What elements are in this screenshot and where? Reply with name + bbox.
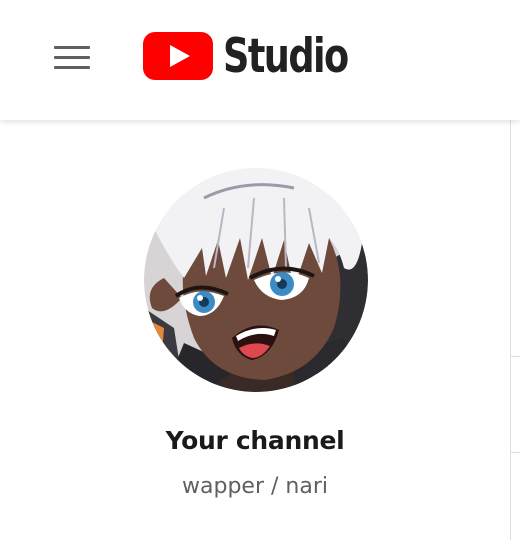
avatar-image (144, 168, 368, 392)
divider-tick (511, 356, 520, 357)
hamburger-menu-icon-bar (54, 65, 90, 69)
channel-avatar[interactable] (144, 168, 368, 392)
logo-text: Studio (223, 28, 349, 84)
hamburger-menu-icon-bar (54, 55, 90, 59)
menu-button[interactable] (48, 36, 96, 78)
hamburger-menu-icon (54, 45, 90, 49)
studio-app: Studio Your channel wapper / nari (0, 0, 520, 540)
content-divider (510, 120, 511, 540)
youtube-play-icon (143, 32, 213, 80)
divider-tick (511, 452, 520, 453)
studio-logo[interactable]: Studio (143, 30, 383, 82)
top-bar: Studio (0, 0, 520, 120)
your-channel-label: Your channel (165, 426, 345, 455)
channel-name: wapper / nari (182, 474, 328, 499)
